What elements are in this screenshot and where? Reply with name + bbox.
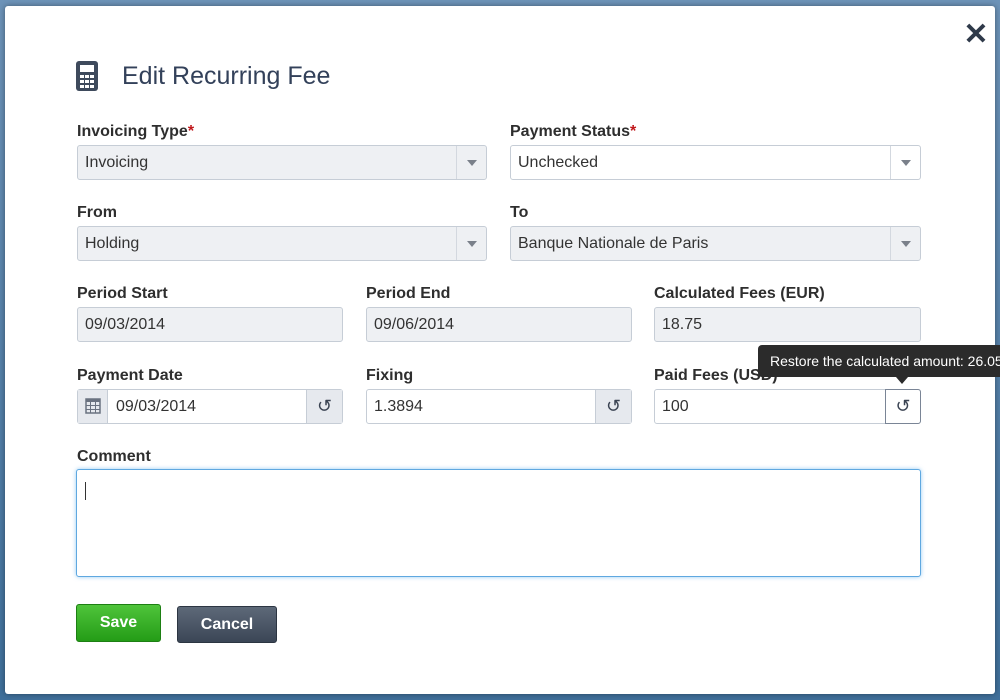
dialog-header: Edit Recurring Fee: [76, 56, 330, 96]
calendar-button[interactable]: [78, 390, 108, 423]
calculator-icon: [76, 61, 98, 91]
invoicing-type-select[interactable]: Invoicing: [77, 145, 487, 180]
from-label: From: [77, 203, 117, 223]
text-caret: [85, 482, 86, 500]
dialog-title: Edit Recurring Fee: [122, 61, 331, 90]
reset-payment-date-button[interactable]: ↺: [306, 390, 342, 423]
payment-status-label: Payment Status*: [510, 122, 636, 142]
comment-textarea[interactable]: [76, 469, 921, 577]
fixing-value: 1.3894: [374, 398, 423, 415]
save-button[interactable]: Save: [76, 604, 161, 642]
required-mark: *: [187, 123, 195, 140]
fixing-input[interactable]: 1.3894 ↺: [366, 389, 632, 424]
payment-date-value: 09/03/2014: [116, 398, 197, 415]
close-icon[interactable]: ✕: [961, 20, 991, 50]
payment-status-select[interactable]: Unchecked: [510, 145, 921, 180]
invoicing-type-value: Invoicing: [85, 154, 149, 171]
invoicing-type-label: Invoicing Type*: [77, 122, 194, 142]
chevron-down-icon[interactable]: [456, 227, 486, 260]
comment-label: Comment: [77, 447, 151, 467]
restore-calculated-amount-button[interactable]: ↺: [885, 389, 921, 424]
undo-icon: ↺: [895, 396, 911, 416]
calculated-fees-label: Calculated Fees (EUR): [654, 284, 825, 304]
required-mark: *: [630, 123, 637, 140]
paid-fees-input[interactable]: 100 ↺: [654, 389, 921, 424]
payment-status-label-text: Payment Status: [510, 123, 631, 140]
to-select[interactable]: Banque Nationale de Paris: [510, 226, 921, 261]
undo-icon: ↺: [605, 396, 622, 416]
invoicing-type-label-text: Invoicing Type: [77, 123, 188, 140]
reset-fixing-button[interactable]: ↺: [595, 390, 631, 423]
calculated-fees-value: 18.75: [662, 316, 703, 333]
period-start-field: 09/03/2014: [77, 307, 343, 342]
fixing-label: Fixing: [366, 366, 413, 386]
period-start-value: 09/03/2014: [85, 316, 166, 333]
to-value: Banque Nationale de Paris: [518, 235, 709, 252]
period-end-label: Period End: [366, 284, 450, 304]
calendar-icon: [85, 398, 101, 414]
period-end-label-text: Period End: [366, 285, 451, 302]
to-label: To: [510, 203, 528, 223]
from-select[interactable]: Holding: [77, 226, 487, 261]
fixing-label-text: Fixing: [366, 367, 414, 384]
calculated-fees-label-text: Calculated Fees (EUR): [654, 285, 825, 302]
payment-date-label-text: Payment Date: [77, 367, 183, 384]
period-start-label: Period Start: [77, 284, 168, 304]
tooltip-arrow: [896, 377, 908, 384]
undo-icon: ↺: [316, 396, 333, 416]
payment-date-label: Payment Date: [77, 366, 183, 386]
chevron-down-icon[interactable]: [890, 146, 920, 179]
from-value: Holding: [85, 235, 140, 252]
period-end-value: 09/06/2014: [374, 316, 455, 333]
chevron-down-icon[interactable]: [456, 146, 486, 179]
from-label-text: From: [77, 204, 117, 221]
comment-label-text: Comment: [77, 448, 151, 465]
payment-date-input[interactable]: 09/03/2014 ↺: [77, 389, 343, 424]
period-end-field: 09/06/2014: [366, 307, 632, 342]
to-label-text: To: [510, 204, 529, 221]
calculated-fees-field: 18.75: [654, 307, 921, 342]
cancel-button[interactable]: Cancel: [177, 606, 277, 643]
payment-status-value: Unchecked: [518, 154, 599, 171]
chevron-down-icon[interactable]: [890, 227, 920, 260]
paid-fees-value: 100: [662, 398, 689, 415]
period-start-label-text: Period Start: [77, 285, 168, 302]
restore-amount-tooltip: Restore the calculated amount: 26.05: [758, 345, 1000, 377]
